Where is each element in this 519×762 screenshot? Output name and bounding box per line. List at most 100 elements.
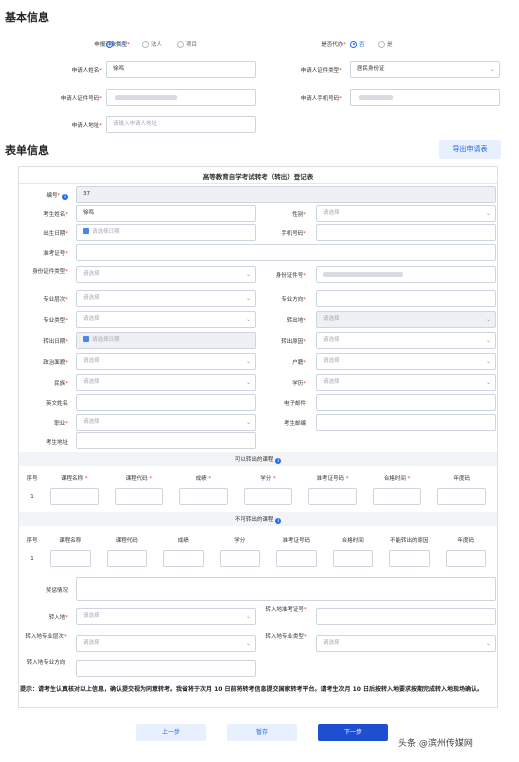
course-cell-input[interactable] — [50, 550, 91, 567]
chevron-down-icon: ⌄ — [245, 271, 251, 278]
in-direction-label: 转入地专业方向 — [26, 660, 66, 666]
column-header: 合格时间 — [341, 538, 364, 544]
info-icon: i — [275, 458, 282, 464]
course-cell-input[interactable] — [308, 488, 357, 505]
course-cell-input[interactable] — [50, 488, 99, 505]
address-field[interactable]: 请输入申请人地址 — [106, 116, 256, 133]
in-place-select[interactable]: 请选择 ⌄ — [76, 608, 256, 625]
course-cell-input[interactable] — [114, 488, 164, 505]
radio-proxy-yes[interactable]: 是 — [378, 40, 393, 48]
course-cell-input[interactable] — [445, 550, 486, 567]
column-header: 序号 — [26, 538, 38, 544]
ethnic-label: 民族* — [54, 381, 68, 387]
serial-label: 编号* i — [22, 191, 68, 200]
column-header: 准考证号码 * — [316, 476, 349, 482]
in-cert-field[interactable] — [316, 608, 496, 625]
chevron-down-icon: ⌄ — [245, 613, 251, 620]
redacted-idno — [323, 272, 403, 277]
info-icon: i — [275, 518, 282, 524]
in-level-label: 转入地专业层次* — [25, 634, 67, 640]
course-cell-input[interactable] — [437, 488, 486, 505]
course-cell-input[interactable] — [179, 488, 228, 505]
id-type-label: 申请人证件类型* — [300, 68, 342, 74]
course-cell-input[interactable] — [332, 550, 373, 567]
chevron-down-icon: ⌄ — [245, 379, 251, 386]
hukou-select[interactable]: 请选择 ⌄ — [316, 353, 496, 370]
chevron-down-icon: ⌄ — [245, 316, 251, 323]
job-label: 职业* — [54, 421, 68, 427]
course-cell-input[interactable] — [276, 550, 317, 567]
major-type-label: 专业类型* — [43, 318, 68, 324]
column-header: 年度码 — [457, 538, 474, 544]
divider — [19, 183, 497, 184]
exam-name-field[interactable]: 徐鸣 — [76, 205, 256, 222]
job-select[interactable]: 请选择 ⌄ — [76, 414, 256, 431]
education-select[interactable]: 请选择 ⌄ — [316, 374, 496, 391]
column-header: 年度码 — [453, 476, 470, 482]
transfer-out-label: 转出地* — [286, 318, 306, 324]
in-type-label: 转入地专业类型* — [265, 634, 307, 640]
en-name-field[interactable] — [76, 394, 256, 411]
home-addr-label: 考生地址 — [45, 440, 68, 446]
column-header: 课程名称 — [59, 538, 82, 544]
column-header: 成绩 — [177, 538, 189, 544]
direction-field[interactable] — [316, 290, 496, 307]
course-cell-input[interactable] — [106, 550, 147, 567]
level-select[interactable]: 请选择 ⌄ — [76, 290, 256, 307]
in-type-select[interactable]: 请选择 ⌄ — [316, 635, 496, 652]
chevron-down-icon: ⌄ — [485, 358, 491, 365]
gender-select[interactable]: 请选择 ⌄ — [316, 205, 496, 222]
transfer-date-picker: 请选择日期 — [76, 332, 256, 349]
reason-label: 转出原因* — [281, 339, 306, 345]
id-no-field[interactable] — [106, 89, 256, 106]
next-button[interactable]: 下一步 — [318, 724, 388, 741]
save-draft-button[interactable]: 暂存 — [227, 724, 297, 741]
postcode-label: 考生邮编 — [283, 421, 306, 427]
course-cell-input[interactable] — [389, 550, 430, 567]
postcode-field[interactable] — [316, 414, 496, 431]
export-button[interactable]: 导出申请表 — [439, 140, 501, 159]
major-type-select[interactable]: 请选择 ⌄ — [76, 311, 256, 328]
in-cert-label: 转入地准考证号* — [265, 607, 307, 613]
row-number: 1 — [30, 556, 34, 562]
en-name-label: 英文姓名 — [45, 401, 68, 407]
chevron-down-icon: ⌄ — [245, 419, 251, 426]
politics-select[interactable]: 请选择 ⌄ — [76, 353, 256, 370]
transferable-title: 可以转出的课程 i — [19, 455, 497, 464]
name-field[interactable]: 徐鸣 — [106, 61, 256, 78]
level-label: 专业层次* — [43, 297, 68, 303]
mobile-field[interactable] — [316, 224, 496, 241]
in-direction-field[interactable] — [76, 660, 256, 677]
idno-label: 身份证件号* — [275, 273, 306, 279]
in-level-select[interactable]: 请选择 ⌄ — [76, 635, 256, 652]
redacted-id — [115, 95, 177, 100]
direction-label: 专业方向* — [281, 297, 306, 303]
radio-personal[interactable]: 个人 — [106, 40, 126, 48]
birth-date-picker[interactable]: 请选择日期 — [76, 224, 256, 241]
idno-field[interactable] — [316, 266, 496, 283]
column-header: 序号 — [26, 476, 38, 482]
course-cell-input[interactable] — [219, 550, 260, 567]
award-field[interactable] — [76, 577, 496, 601]
prev-button[interactable]: 上一步 — [136, 724, 206, 741]
award-label: 奖惩情况 — [45, 588, 68, 594]
course-cell-input[interactable] — [243, 488, 293, 505]
proxy-label: 是否代办* — [321, 42, 346, 48]
phone-field[interactable] — [350, 89, 500, 106]
idtype-select[interactable]: 请选择 ⌄ — [76, 266, 256, 283]
ethnic-select[interactable]: 请选择 ⌄ — [76, 374, 256, 391]
radio-proxy-no[interactable]: 否 — [350, 40, 365, 48]
reason-select[interactable]: 请选择 ⌄ — [316, 332, 496, 349]
address-label: 申请人地址* — [71, 123, 102, 129]
course-cell-input[interactable] — [372, 488, 422, 505]
mobile-label: 手机号码* — [281, 231, 306, 237]
column-header: 不能转出的原因 — [389, 538, 429, 544]
course-cell-input[interactable] — [163, 550, 204, 567]
transfer-out-select: 请选择 ⌄ — [316, 311, 496, 328]
admission-field[interactable] — [76, 244, 496, 261]
email-field[interactable] — [316, 394, 496, 411]
radio-legal[interactable]: 法人 — [142, 40, 162, 48]
radio-project[interactable]: 项目 — [177, 40, 197, 48]
id-type-select[interactable]: 居民身份证 ⌄ — [350, 61, 500, 78]
home-addr-field[interactable] — [76, 432, 256, 449]
